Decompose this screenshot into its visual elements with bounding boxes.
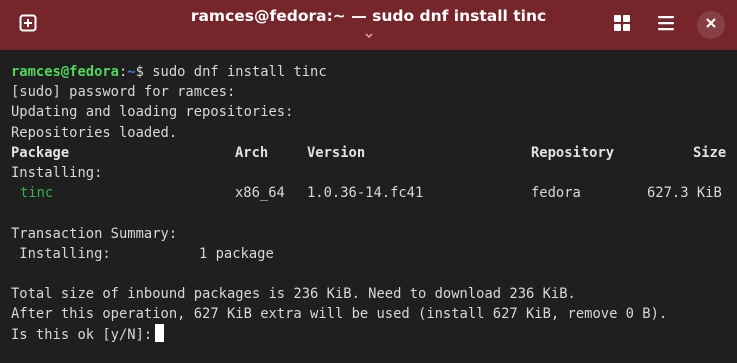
command-text: sudo dnf install tinc [143, 64, 327, 80]
output-line: After this operation, 627 KiB extra will… [11, 306, 668, 323]
header-repository: Repository [531, 144, 615, 161]
confirm-question: Is this ok [y/N]: [11, 327, 153, 344]
tab-overview-button[interactable] [606, 10, 638, 40]
header-arch: Arch [235, 144, 269, 161]
summary-title: Transaction Summary: [11, 225, 178, 242]
close-button[interactable] [697, 11, 725, 39]
terminal-output[interactable]: ramces@fedora:~$ sudo dnf install tinc [… [11, 62, 731, 345]
terminal-cursor[interactable] [155, 324, 165, 343]
header-version: Version [307, 144, 366, 161]
title-bar: ramces@fedora:~ — sudo dnf install tinc [0, 0, 737, 50]
confirm-line: Is this ok [y/N]: [11, 324, 731, 344]
package-arch: x86_64 [235, 185, 285, 202]
output-line: [sudo] password for ramces: [11, 84, 236, 101]
output-line: Repositories loaded. [11, 124, 178, 141]
prompt-path: ~ [127, 64, 136, 80]
summary-label: Installing: [11, 245, 111, 262]
command-line: ramces@fedora:~$ sudo dnf install tinc [11, 62, 731, 82]
chevron-down-icon[interactable] [361, 28, 377, 38]
output-line: Updating and loading repositories: [11, 104, 294, 121]
package-name: tinc [20, 185, 54, 202]
header-package: Package [11, 144, 70, 161]
summary-row: Installing: 1 package [11, 244, 731, 264]
terminal-window: ramces@fedora:~ — sudo dnf install tinc [0, 0, 737, 363]
hamburger-menu-icon [657, 15, 675, 36]
header-size: Size [693, 144, 727, 161]
prompt-user-host: ramces@fedora [11, 64, 119, 80]
close-icon [705, 16, 717, 34]
table-row: tinc x86_64 1.0.36-14.fc41 fedora 627.3 … [11, 183, 731, 203]
table-header: Package Arch Version Repository Size [11, 143, 731, 163]
summary-value: 1 package [199, 245, 274, 262]
section-label: Installing: [11, 164, 103, 181]
output-line: Total size of inbound packages is 236 Ki… [11, 286, 576, 303]
package-repository: fedora [531, 185, 581, 202]
prompt-symbol: $ [135, 64, 144, 80]
package-version: 1.0.36-14.fc41 [307, 185, 424, 202]
main-menu-button[interactable] [650, 10, 682, 40]
package-size: 627.3 KiB [647, 185, 722, 202]
grid-icon [613, 14, 631, 37]
